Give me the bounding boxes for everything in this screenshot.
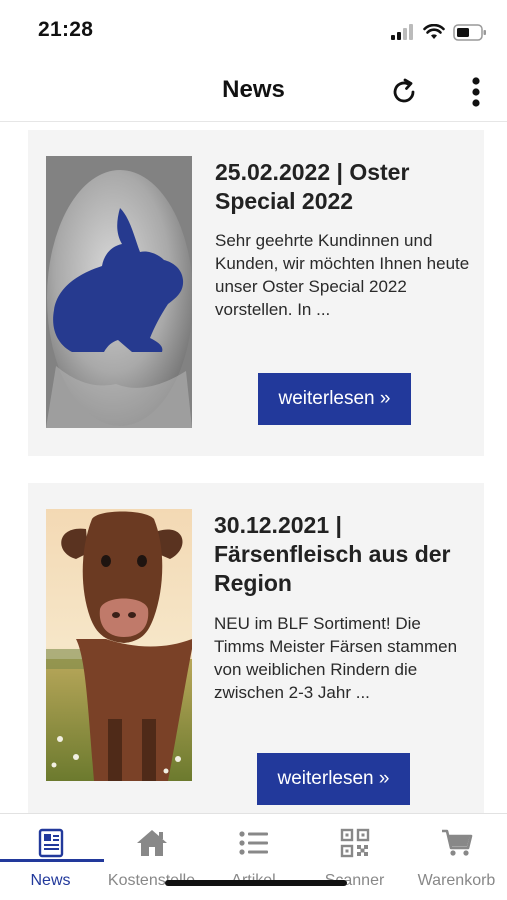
news-excerpt: Sehr geehrte Kundinnen und Kunden, wir m… bbox=[215, 231, 470, 319]
app-header: News bbox=[0, 62, 507, 122]
easter-bunny-egg-image bbox=[46, 156, 192, 428]
battery-icon bbox=[453, 23, 486, 41]
news-feed[interactable]: 25.02.2022 | Oster Special 2022 Sehr gee… bbox=[0, 123, 507, 813]
nav-artikel[interactable]: Artikel bbox=[203, 814, 304, 900]
cellular-signal-icon bbox=[391, 24, 413, 40]
more-options-button[interactable] bbox=[462, 74, 490, 110]
news-excerpt: NEU im BLF Sortiment! Die Timms Meister … bbox=[214, 614, 458, 702]
qr-code-icon bbox=[304, 826, 405, 860]
news-title: 25.02.2022 | Oster Special 2022 bbox=[215, 159, 410, 214]
home-indicator[interactable] bbox=[165, 880, 347, 886]
news-card: 30.12.2021 | Färsenfleisch aus der Regio… bbox=[28, 483, 484, 813]
status-icons bbox=[391, 22, 487, 42]
nav-kostenstelle[interactable]: Kostenstelle bbox=[101, 814, 202, 900]
read-more-button[interactable]: weiterlesen » bbox=[257, 753, 410, 805]
status-time: 21:28 bbox=[38, 18, 94, 41]
cow-photo-image bbox=[46, 509, 192, 781]
news-image-cow bbox=[46, 509, 192, 781]
wifi-icon bbox=[423, 24, 445, 39]
refresh-button[interactable] bbox=[386, 74, 422, 110]
list-icon bbox=[203, 826, 304, 860]
nav-scanner[interactable]: Scanner bbox=[304, 814, 405, 900]
nav-warenkorb[interactable]: Warenkorb bbox=[406, 814, 507, 900]
news-title: 30.12.2021 | Färsenfleisch aus der Regio… bbox=[214, 512, 451, 596]
nav-label: News bbox=[30, 872, 71, 889]
home-icon bbox=[101, 826, 202, 860]
page-title: News bbox=[222, 76, 285, 103]
cart-icon bbox=[406, 826, 507, 860]
read-more-button[interactable]: weiterlesen » bbox=[258, 373, 411, 425]
nav-news[interactable]: News bbox=[0, 814, 101, 900]
more-vertical-icon bbox=[472, 77, 480, 107]
nav-label: Warenkorb bbox=[417, 872, 496, 889]
bottom-navigation: News Kostenstelle Artikel bbox=[0, 813, 507, 900]
newspaper-icon bbox=[0, 826, 101, 860]
news-card: 25.02.2022 | Oster Special 2022 Sehr gee… bbox=[28, 130, 484, 456]
status-bar: 21:28 bbox=[0, 0, 507, 62]
refresh-icon bbox=[393, 78, 415, 103]
news-image-easter bbox=[46, 156, 192, 428]
